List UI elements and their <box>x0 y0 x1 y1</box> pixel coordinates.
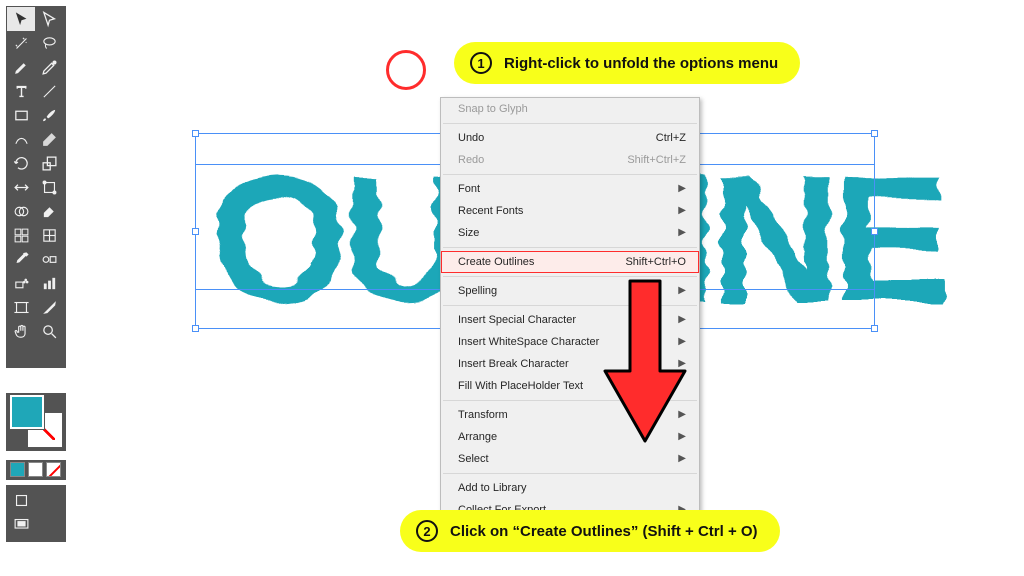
callout-step-2: 2 Click on “Create Outlines” (Shift + Ct… <box>400 510 780 552</box>
perspective-tool[interactable] <box>7 223 35 247</box>
spacer2 <box>35 512 63 536</box>
screen-mode-icon[interactable] <box>7 512 35 536</box>
direct-selection-tool[interactable] <box>35 7 63 31</box>
annotation-circle <box>386 50 426 90</box>
symbol-sprayer-tool[interactable] <box>7 271 35 295</box>
context-menu-label: Arrange <box>458 431 497 443</box>
fill-color-swatch[interactable] <box>10 395 44 429</box>
context-menu-label: Add to Library <box>458 482 526 494</box>
color-swatch[interactable] <box>10 462 25 477</box>
hand-tool[interactable] <box>7 319 35 343</box>
context-menu-label: Insert WhiteSpace Character <box>458 336 599 348</box>
selection-handle[interactable] <box>192 228 199 235</box>
spacer <box>7 343 35 367</box>
lasso-tool[interactable] <box>35 31 63 55</box>
context-menu-shortcut: Ctrl+Z <box>656 132 686 144</box>
context-menu-label: Redo <box>458 154 484 166</box>
width-tool[interactable] <box>7 175 35 199</box>
selection-handle[interactable] <box>192 130 199 137</box>
eyedropper-tool[interactable] <box>7 247 35 271</box>
selection-handle[interactable] <box>871 130 878 137</box>
rotate-tool[interactable] <box>7 151 35 175</box>
context-menu-label: Undo <box>458 132 484 144</box>
paintbrush-tool[interactable] <box>35 103 63 127</box>
mesh-tool[interactable] <box>35 223 63 247</box>
submenu-arrow-icon: ▶ <box>678 453 686 465</box>
callout-step-1: 1 Right-click to unfold the options menu <box>454 42 800 84</box>
shape-builder-tool[interactable] <box>7 199 35 223</box>
shaper-tool[interactable] <box>7 127 35 151</box>
context-menu-label: Insert Special Character <box>458 314 576 326</box>
callout-text: Right-click to unfold the options menu <box>504 55 778 72</box>
context-menu-separator <box>443 247 697 248</box>
selection-tool[interactable] <box>7 7 35 31</box>
curvature-tool[interactable] <box>35 55 63 79</box>
context-menu-shortcut: Shift+Ctrl+O <box>625 256 686 268</box>
context-menu-label: Select <box>458 453 489 465</box>
context-menu-separator <box>443 123 697 124</box>
draw-mode-icon[interactable] <box>7 488 35 512</box>
zoom-tool[interactable] <box>35 319 63 343</box>
artboard-tool[interactable] <box>7 295 35 319</box>
context-menu-separator <box>443 174 697 175</box>
line-tool[interactable] <box>35 79 63 103</box>
context-menu-item[interactable]: Recent Fonts ▶ <box>441 200 699 222</box>
context-menu-label: Size <box>458 227 479 239</box>
rectangle-tool[interactable] <box>7 103 35 127</box>
context-menu-item[interactable]: Size ▶ <box>441 222 699 244</box>
submenu-arrow-icon: ▶ <box>678 183 686 195</box>
context-menu-item[interactable]: Undo Ctrl+Z <box>441 127 699 149</box>
live-paint-tool[interactable] <box>35 199 63 223</box>
free-transform-tool[interactable] <box>35 175 63 199</box>
context-menu-item[interactable]: Select ▶ <box>441 448 699 470</box>
eraser-tool[interactable] <box>35 127 63 151</box>
callout-number: 2 <box>416 520 438 542</box>
submenu-arrow-icon: ▶ <box>678 227 686 239</box>
callout-text: Click on “Create Outlines” (Shift + Ctrl… <box>450 523 758 540</box>
none-swatch[interactable] <box>46 462 61 477</box>
tools-panel <box>6 6 66 368</box>
selection-handle[interactable] <box>192 325 199 332</box>
context-menu-item[interactable]: Font ▶ <box>441 178 699 200</box>
submenu-arrow-icon: ▶ <box>678 205 686 217</box>
selection-handle[interactable] <box>871 325 878 332</box>
color-mode-row <box>6 460 66 480</box>
annotation-arrow <box>600 276 690 446</box>
magic-wand-tool[interactable] <box>7 31 35 55</box>
fill-stroke-indicator[interactable] <box>6 393 66 451</box>
context-menu-label: Font <box>458 183 480 195</box>
context-menu-label: Snap to Glyph <box>458 103 528 115</box>
selection-handle[interactable] <box>871 228 878 235</box>
spacer <box>35 488 63 512</box>
context-menu-label: Fill With PlaceHolder Text <box>458 380 583 392</box>
pen-tool[interactable] <box>7 55 35 79</box>
screen-mode-row <box>6 485 66 542</box>
context-menu-item[interactable]: Add to Library <box>441 477 699 499</box>
callout-number: 1 <box>470 52 492 74</box>
context-menu-item: Redo Shift+Ctrl+Z <box>441 149 699 171</box>
context-menu-label: Transform <box>458 409 508 421</box>
context-menu-item: Snap to Glyph <box>441 98 699 120</box>
context-menu-shortcut: Shift+Ctrl+Z <box>627 154 686 166</box>
scale-tool[interactable] <box>35 151 63 175</box>
context-menu-item[interactable]: Create Outlines Shift+Ctrl+O <box>441 251 699 273</box>
context-menu-label: Recent Fonts <box>458 205 523 217</box>
context-menu-label: Spelling <box>458 285 497 297</box>
context-menu-separator <box>443 473 697 474</box>
blend-tool[interactable] <box>35 247 63 271</box>
context-menu-label: Create Outlines <box>458 256 534 268</box>
context-menu-label: Insert Break Character <box>458 358 569 370</box>
gradient-swatch[interactable] <box>28 462 43 477</box>
column-graph-tool[interactable] <box>35 271 63 295</box>
type-tool[interactable] <box>7 79 35 103</box>
slice-tool[interactable] <box>35 295 63 319</box>
